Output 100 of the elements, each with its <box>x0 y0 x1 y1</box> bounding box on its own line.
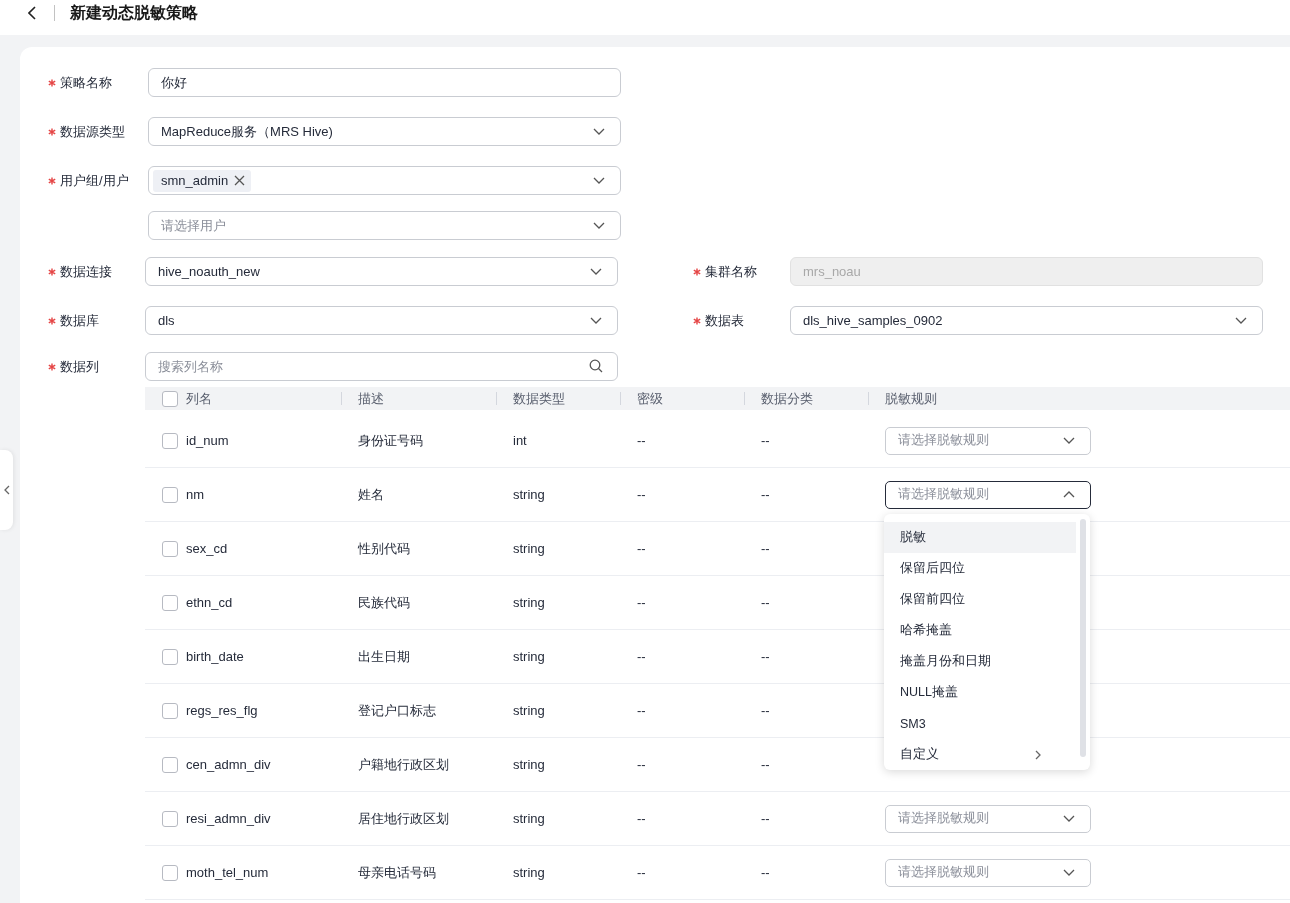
column-header: 脱敏规则 <box>885 389 937 408</box>
table-cell: 出生日期 <box>358 647 410 666</box>
collapse-tab[interactable] <box>0 450 13 530</box>
menu-item[interactable]: SM3 <box>884 708 1076 739</box>
checkbox[interactable] <box>162 594 178 611</box>
column-header: 数据类型 <box>513 389 565 408</box>
table-cell: cen_admn_div <box>186 757 271 772</box>
field-label: 数据表 <box>705 311 744 330</box>
page-title: 新建动态脱敏策略 <box>70 2 198 23</box>
chevron-down-icon <box>1063 815 1075 822</box>
menu-item[interactable]: 掩盖月份和日期 <box>884 646 1076 677</box>
chevron-left-icon <box>3 485 10 495</box>
table-cell: string <box>513 703 545 718</box>
table-cell: -- <box>761 541 770 556</box>
table-cell: regs_res_flg <box>186 703 258 718</box>
checkbox[interactable] <box>162 810 178 827</box>
table-cell: string <box>513 811 545 826</box>
table-cell: 姓名 <box>358 485 384 504</box>
table-cell: nm <box>186 487 205 502</box>
table-cell: -- <box>761 649 770 664</box>
chevron-down-icon <box>590 317 602 324</box>
column-header: 描述 <box>358 389 384 408</box>
table-cell: -- <box>761 487 770 502</box>
chevron-down-icon <box>593 222 605 229</box>
field-label: 策略名称 <box>60 73 112 92</box>
chevron-down-icon <box>1063 437 1075 444</box>
field-label: 数据源类型 <box>60 122 125 141</box>
select-field[interactable]: hive_noauth_new <box>145 257 618 286</box>
table-cell: 户籍地行政区划 <box>358 755 449 774</box>
table-cell: -- <box>761 595 770 610</box>
checkbox[interactable] <box>162 486 178 503</box>
column-header: 密级 <box>637 389 663 408</box>
table-cell: -- <box>637 757 646 772</box>
field-label: 数据列 <box>60 357 99 376</box>
table-cell: birth_date <box>186 649 244 664</box>
select-field[interactable]: smn_admin <box>148 166 621 195</box>
table-cell: -- <box>761 703 770 718</box>
search-icon <box>589 359 603 373</box>
select-field[interactable]: 请选择脱敏规则 <box>885 480 1091 509</box>
table-cell: -- <box>637 865 646 880</box>
table-cell: 登记户口标志 <box>358 701 436 720</box>
checkbox[interactable] <box>162 702 178 719</box>
table-cell: string <box>513 541 545 556</box>
menu-item[interactable]: NULL掩盖 <box>884 677 1076 708</box>
select-field[interactable]: dls_hive_samples_0902 <box>790 306 1263 335</box>
table-cell: -- <box>637 649 646 664</box>
chevron-down-icon <box>593 177 605 184</box>
menu-item[interactable]: 保留后四位 <box>884 553 1076 584</box>
table-cell: -- <box>637 811 646 826</box>
table-cell: -- <box>761 865 770 880</box>
field-label: 集群名称 <box>705 262 757 281</box>
table-cell: id_num <box>186 433 229 448</box>
table-cell: resi_admn_div <box>186 811 271 826</box>
chevron-down-icon <box>1063 869 1075 876</box>
table-cell: -- <box>637 541 646 556</box>
table-cell: ethn_cd <box>186 595 233 610</box>
checkbox[interactable] <box>162 648 178 665</box>
table-cell: -- <box>761 811 770 826</box>
checkbox[interactable] <box>162 432 178 449</box>
back-icon <box>28 6 36 20</box>
menu-item[interactable]: 保留前四位 <box>884 584 1076 615</box>
text-field[interactable]: 你好 <box>148 68 621 97</box>
table-cell: 居住地行政区划 <box>358 809 449 828</box>
select-field[interactable]: 请选择脱敏规则 <box>885 804 1091 833</box>
table-cell: string <box>513 649 545 664</box>
chevron-down-icon <box>1235 317 1247 324</box>
scrollbar[interactable] <box>1080 519 1086 757</box>
table-cell: -- <box>637 433 646 448</box>
checkbox[interactable] <box>162 390 178 407</box>
field-label: 用户组/用户 <box>60 171 129 190</box>
checkbox[interactable] <box>162 864 178 881</box>
table-cell: -- <box>637 703 646 718</box>
table-cell: -- <box>637 595 646 610</box>
table-cell: string <box>513 757 545 772</box>
search-field[interactable]: 搜索列名称 <box>145 352 618 381</box>
select-field[interactable]: 请选择脱敏规则 <box>885 858 1091 887</box>
table-cell: moth_tel_num <box>186 865 269 880</box>
chevron-right-icon <box>1035 749 1041 760</box>
chevron-up-icon <box>1063 491 1075 498</box>
column-header: 列名 <box>186 389 212 408</box>
select-field[interactable]: 请选择脱敏规则 <box>885 426 1091 455</box>
select-field[interactable]: MapReduce服务（MRS Hive) <box>148 117 621 146</box>
field-label: 数据连接 <box>60 262 112 281</box>
checkbox[interactable] <box>162 756 178 773</box>
select-field[interactable]: dls <box>145 306 618 335</box>
table-cell: int <box>513 433 527 448</box>
table-cell: 母亲电话号码 <box>358 863 436 882</box>
table-cell: -- <box>761 757 770 772</box>
table-cell: -- <box>637 487 646 502</box>
table-cell: 身份证号码 <box>358 431 423 450</box>
column-header: 数据分类 <box>761 389 813 408</box>
menu-item[interactable]: 脱敏 <box>884 522 1076 553</box>
menu-item[interactable]: 自定义 <box>884 739 1076 770</box>
table-cell: string <box>513 595 545 610</box>
chevron-down-icon <box>590 268 602 275</box>
menu-item[interactable]: 哈希掩盖 <box>884 615 1076 646</box>
checkbox[interactable] <box>162 540 178 557</box>
table-cell: 民族代码 <box>358 593 410 612</box>
table-cell: sex_cd <box>186 541 228 556</box>
table-cell: 性别代码 <box>358 539 410 558</box>
